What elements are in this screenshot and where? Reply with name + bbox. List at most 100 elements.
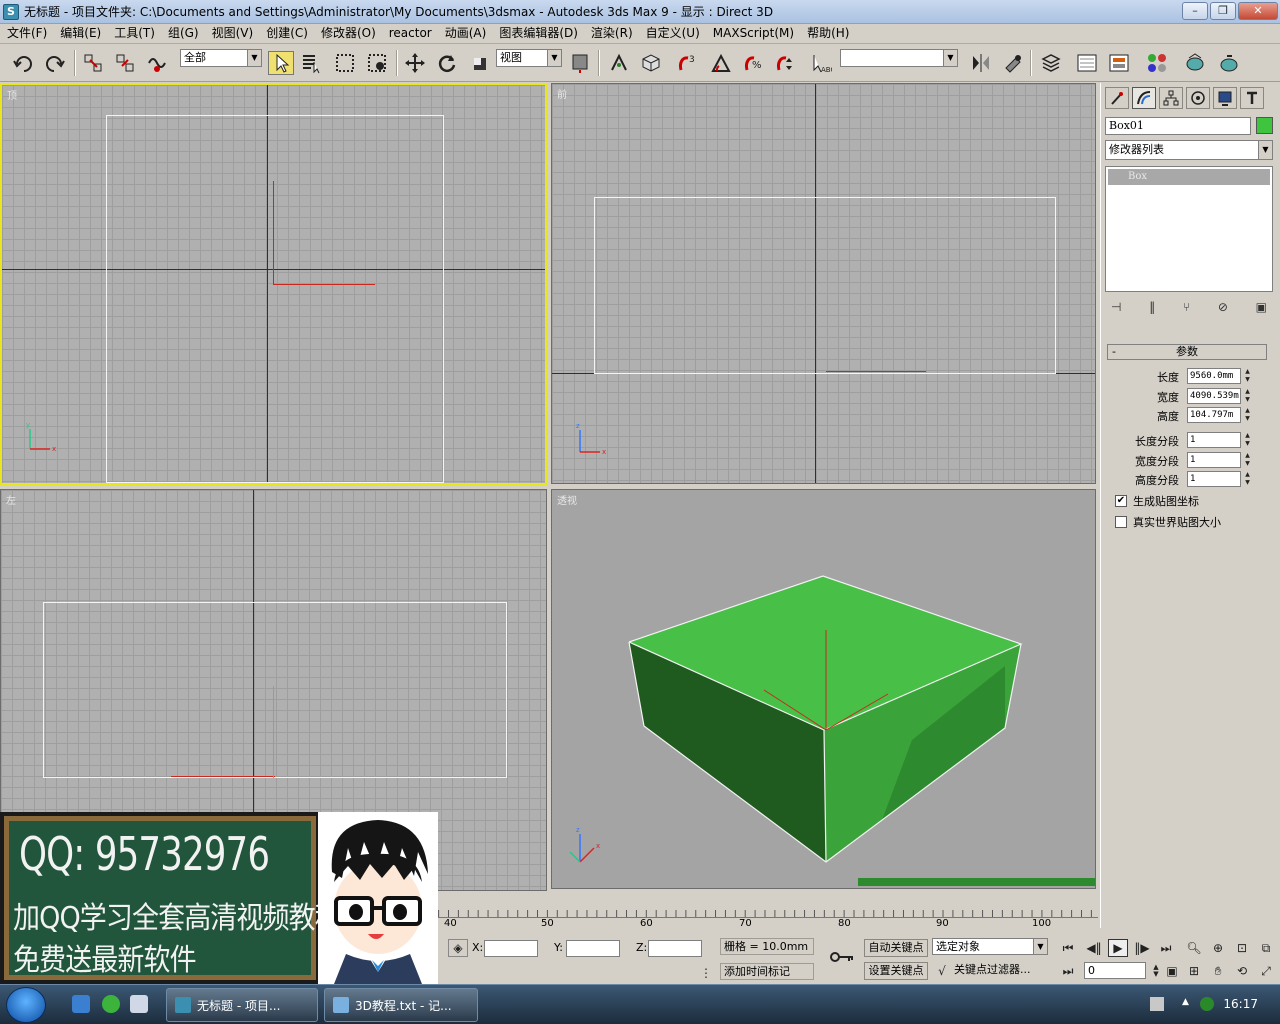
menu-graph-editors[interactable]: 图表编辑器(D) (492, 24, 584, 43)
key-icon[interactable] (828, 948, 856, 966)
key-filters-button[interactable]: 关键点过滤器... (954, 962, 1048, 980)
display-tab-icon[interactable] (1213, 87, 1237, 109)
zoom-extents-all-icon[interactable]: ⧉ (1256, 939, 1276, 957)
modifier-list-dropdown[interactable]: 修改器列表 ▼ (1105, 140, 1273, 160)
length-field[interactable]: 9560.0mm (1187, 368, 1241, 384)
app-icon[interactable]: S (3, 3, 19, 20)
spinner-icon[interactable]: ▲ ▼ (1243, 452, 1252, 468)
height-segs-field[interactable]: 1 (1187, 471, 1241, 487)
restore-button[interactable]: ❐ (1210, 2, 1236, 20)
add-time-tag[interactable]: 添加时间标记 (720, 963, 814, 980)
menu-edit[interactable]: 编辑(E) (53, 24, 107, 43)
edit-named-selection-icon[interactable]: ABC (808, 51, 834, 75)
show-end-result-icon[interactable]: ‖ (1149, 300, 1155, 314)
snaps-toggle-icon[interactable]: 3 (674, 51, 700, 75)
keyboard-tray-icon[interactable] (1150, 997, 1164, 1011)
zoom-extents-icon[interactable]: ⊡ (1232, 939, 1252, 957)
angle-snap-icon[interactable] (708, 51, 734, 75)
configure-modifier-sets-icon[interactable]: ▣ (1256, 300, 1267, 314)
taskbar-item-3dsmax[interactable]: 无标题 - 项目... (166, 988, 318, 1022)
field-of-view-icon[interactable]: ⊞ (1184, 962, 1204, 980)
material-editor-icon[interactable] (1144, 51, 1170, 75)
track-bar[interactable]: 40 50 60 70 80 90 100 (438, 906, 1098, 934)
align-icon[interactable] (1000, 51, 1026, 75)
spinner-icon[interactable]: ▲ ▼ (1243, 407, 1252, 423)
move-icon[interactable] (402, 51, 428, 75)
desktop-icon[interactable] (130, 995, 148, 1013)
height-field[interactable]: 104.797m (1187, 407, 1241, 423)
time-configuration-icon[interactable]: ▣ (1162, 962, 1182, 980)
quick-render-icon[interactable] (1216, 51, 1242, 75)
minimize-button[interactable]: – (1182, 2, 1208, 20)
menu-animation[interactable]: 动画(A) (438, 24, 493, 43)
spinner-icon[interactable]: ▲ ▼ (1243, 432, 1252, 448)
select-object-icon[interactable] (268, 51, 294, 75)
spinner-icon[interactable]: ▲ ▼ (1243, 471, 1252, 487)
selection-filter-dropdown[interactable]: 全部 ▼ (180, 49, 262, 67)
menu-group[interactable]: 组(G) (161, 24, 205, 43)
menu-maxscript[interactable]: MAXScript(M) (706, 24, 800, 43)
menu-file[interactable]: 文件(F) (0, 24, 53, 43)
z-coordinate-field[interactable] (648, 940, 702, 957)
menu-modifiers[interactable]: 修改器(O) (314, 24, 382, 43)
pan-icon[interactable]: ✋︎ (1208, 962, 1228, 980)
go-to-start-icon[interactable]: ⏮ (1058, 939, 1078, 957)
spinner-icon[interactable]: ▲ ▼ (1243, 388, 1252, 404)
security-tray-icon[interactable] (1200, 997, 1214, 1011)
unlink-selection-icon[interactable] (112, 51, 138, 75)
menu-views[interactable]: 视图(V) (205, 24, 260, 43)
zoom-icon[interactable]: 🔍︎ (1184, 939, 1204, 957)
previous-frame-icon[interactable]: ◀‖ (1084, 939, 1104, 957)
create-tab-icon[interactable] (1105, 87, 1129, 109)
real-world-map-checkbox[interactable] (1115, 516, 1127, 528)
arc-rotate-icon[interactable]: ⟲ (1232, 962, 1252, 980)
viewport-top[interactable]: 顶 yx (0, 83, 547, 485)
close-button[interactable]: ✕ (1238, 2, 1278, 20)
object-name-field[interactable]: Box01 (1105, 117, 1251, 135)
render-scene-icon[interactable] (1182, 51, 1208, 75)
browser-icon[interactable] (102, 995, 120, 1013)
select-by-name-icon[interactable] (298, 51, 324, 75)
menu-rendering[interactable]: 渲染(R) (584, 24, 639, 43)
stack-item-box[interactable]: Box (1108, 169, 1270, 185)
window-crossing-icon[interactable] (364, 51, 390, 75)
tray-expand-icon[interactable]: ▲ (1182, 997, 1196, 1011)
key-mode-toggle-icon[interactable]: ⏭ (1058, 962, 1078, 980)
spinner-icon[interactable]: ▲ ▼ (1243, 368, 1252, 384)
taskbar-item-notepad[interactable]: 3D教程.txt - 记... (324, 988, 478, 1022)
motion-tab-icon[interactable] (1186, 87, 1210, 109)
go-to-end-icon[interactable]: ⏭ (1156, 939, 1176, 957)
start-button[interactable] (6, 987, 46, 1023)
select-and-link-icon[interactable] (80, 51, 106, 75)
reference-coordinate-dropdown[interactable]: 视图 ▼ (496, 49, 562, 67)
mirror-icon[interactable] (968, 51, 994, 75)
schematic-view-icon[interactable] (1106, 51, 1132, 75)
lock-selection-icon[interactable]: ◈ (448, 939, 468, 957)
undo-icon[interactable] (10, 51, 36, 75)
y-coordinate-field[interactable] (566, 940, 620, 957)
parameters-rollout-header[interactable]: - 参数 (1107, 344, 1267, 360)
current-frame-field[interactable]: 0 (1084, 962, 1146, 979)
percent-snap-icon[interactable]: % (740, 51, 766, 75)
zoom-all-icon[interactable]: ⊕ (1208, 939, 1228, 957)
set-key-button[interactable]: 设置关键点 (864, 962, 928, 980)
viewport-front[interactable]: 前 zx (551, 83, 1096, 484)
rectangular-selection-icon[interactable] (332, 51, 358, 75)
pivot-center-icon[interactable] (568, 51, 594, 75)
menu-create[interactable]: 创建(C) (259, 24, 314, 43)
redo-icon[interactable] (42, 51, 68, 75)
maximize-viewport-icon[interactable]: ⤢ (1256, 962, 1276, 980)
menu-reactor[interactable]: reactor (382, 24, 438, 43)
viewport-perspective[interactable]: 透视 z x (551, 489, 1096, 889)
bind-to-space-warp-icon[interactable] (144, 51, 170, 75)
utilities-tab-icon[interactable] (1240, 87, 1264, 109)
ie-icon[interactable] (72, 995, 90, 1013)
auto-key-button[interactable]: 自动关键点 (864, 939, 928, 957)
scale-icon[interactable] (466, 51, 492, 75)
key-tangent-icon[interactable]: √ (932, 962, 952, 980)
object-color-swatch[interactable] (1256, 117, 1273, 134)
menu-help[interactable]: 帮助(H) (800, 24, 855, 43)
select-and-manipulate-icon[interactable] (606, 51, 632, 75)
length-segs-field[interactable]: 1 (1187, 432, 1241, 448)
x-coordinate-field[interactable] (484, 940, 538, 957)
